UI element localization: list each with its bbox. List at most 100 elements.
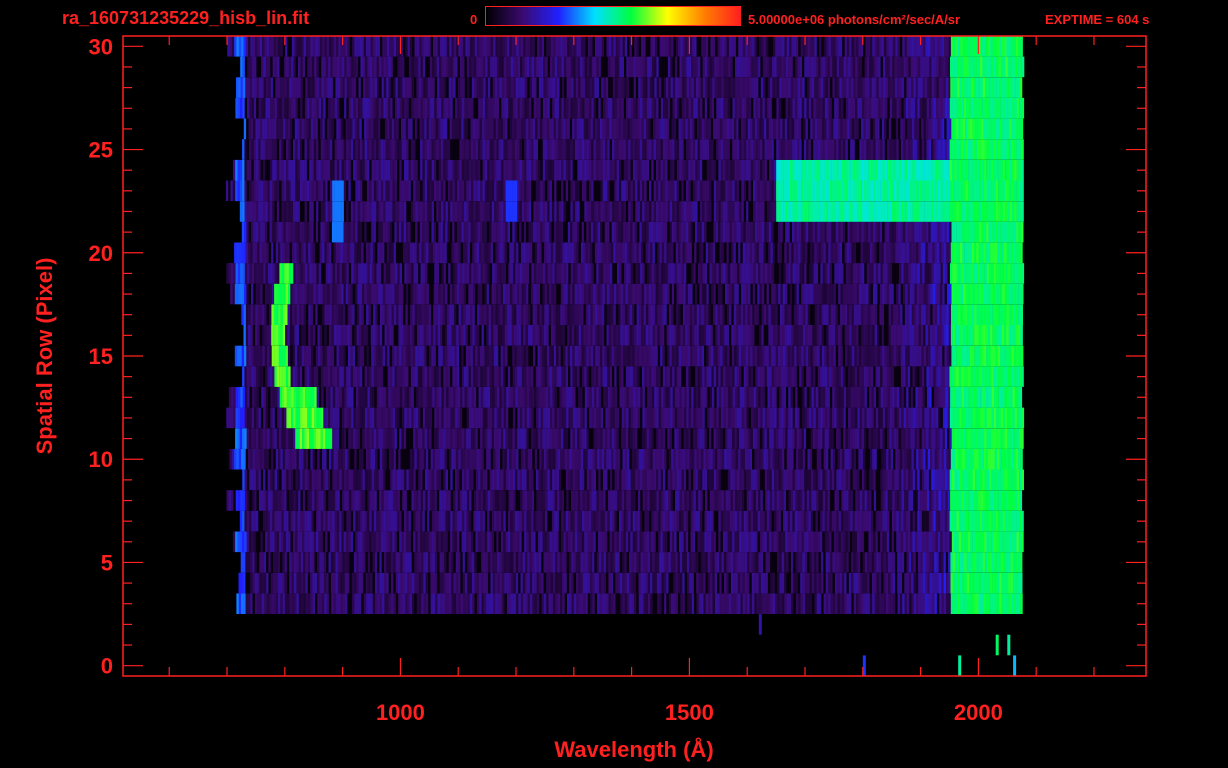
heatmap-cell [644,490,648,511]
heatmap-cell [990,593,993,614]
heatmap-cell [1000,345,1003,367]
heatmap-cell [764,345,767,367]
heatmap-cell [977,490,981,511]
heatmap-cell [901,552,905,573]
heatmap-cell [707,387,710,408]
heatmap-cell [682,304,686,325]
heatmap-cell [941,325,945,346]
heatmap-cell [484,428,488,449]
heatmap-cell [720,469,724,491]
heatmap-cell [850,428,853,449]
heatmap-cell [785,366,788,387]
heatmap-cell [436,366,439,387]
heatmap-cell [796,345,800,367]
heatmap-cell [781,552,785,573]
heatmap-cell [699,304,702,325]
heatmap-cell [928,469,932,491]
heatmap-cell [728,448,732,470]
heatmap-cell [770,572,773,594]
heatmap-cell [625,428,629,449]
heatmap-cell [723,510,726,532]
heatmap-cell [1007,387,1011,408]
heatmap-cell [901,510,904,532]
heatmap-cell [598,366,601,387]
heatmap-cell [998,469,1001,491]
heatmap-cell [623,469,627,491]
heatmap-cell [777,448,780,470]
heatmap-cell [566,387,569,408]
heatmap-cell [433,531,437,553]
heatmap-cell [536,490,539,511]
heatmap-cell [303,552,306,573]
heatmap-cell [318,407,322,429]
heatmap-cell [676,510,680,532]
heatmap-cell [729,325,732,346]
heatmap-cell [785,531,788,553]
heatmap-cell [847,428,851,449]
heatmap-cell [970,387,974,408]
heatmap-cell [749,304,753,325]
heatmap-cell [841,572,845,594]
heatmap-cell [497,304,501,325]
heatmap-cell [538,510,541,532]
heatmap-cell [469,490,472,511]
heatmap-cell [258,469,262,491]
heatmap-cell [520,593,524,614]
heatmap-cell [686,552,690,573]
heatmap-cell [356,572,359,594]
heatmap-cell [336,510,340,532]
heatmap-cell [357,345,360,367]
heatmap-cell [349,490,352,511]
heatmap-cell [642,552,646,573]
heatmap-cell [702,428,705,449]
heatmap-cell [291,490,294,511]
heatmap-cell [523,325,526,346]
heatmap-cell [926,531,929,553]
heatmap-cell [413,366,416,387]
heatmap-cell [952,572,956,594]
heatmap-cell [363,304,367,325]
heatmap-cell [926,407,930,429]
heatmap-cell [611,304,614,325]
heatmap-cell [367,387,371,408]
heatmap-cell [577,428,580,449]
heatmap-cell [432,593,436,614]
heatmap-cell [733,593,737,614]
heatmap-cell [759,531,763,553]
heatmap-cell [884,510,888,532]
heatmap-cell [965,345,968,367]
heatmap-cell [585,593,589,614]
heatmap-cell [376,510,379,532]
heatmap-cell [601,593,605,614]
heatmap-cell [646,510,650,532]
heatmap-cell [364,428,368,449]
heatmap-cell [783,531,786,553]
heatmap-cell [480,428,483,449]
heatmap-cell [587,490,590,511]
heatmap-cell [784,572,787,594]
heatmap-cell [438,345,441,367]
heatmap-cell [557,552,560,573]
heatmap-cell [700,490,703,511]
heatmap-cell [299,325,302,346]
heatmap-cell [324,593,327,614]
heatmap-cell [238,593,242,614]
heatmap-cell [970,366,973,387]
heatmap-cell [323,387,327,408]
heatmap-cell [530,593,533,614]
heatmap-cell [738,304,741,325]
heatmap-cell [815,469,819,491]
heatmap-cell [544,325,547,346]
heatmap-cell [953,448,956,470]
heatmap-cell [801,366,805,387]
heatmap-cell [259,593,263,614]
heatmap-cell [395,552,399,573]
heatmap-cell [270,469,273,491]
heatmap-cell [381,387,384,408]
heatmap-cell [243,304,247,325]
heatmap-cell [492,490,495,511]
heatmap-cell [599,572,602,594]
heatmap-cell [374,407,377,429]
heatmap-cell [775,345,779,367]
heatmap-cell [607,387,611,408]
